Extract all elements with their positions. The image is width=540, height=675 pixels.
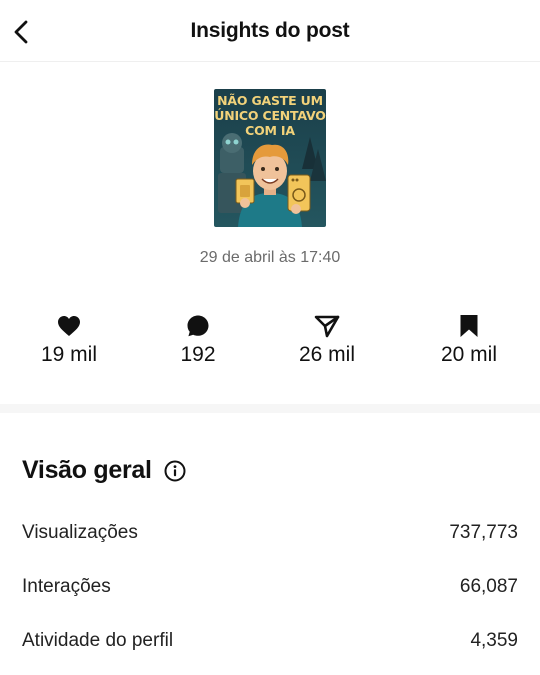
overview-row-interactions[interactable]: Interações 66,087: [22, 576, 518, 598]
comment-icon: [187, 315, 209, 337]
overview-title: Visão geral: [22, 456, 186, 485]
stat-comments[interactable]: 192: [138, 313, 258, 367]
saves-count: 20 mil: [440, 343, 498, 366]
comments-count: 192: [180, 343, 216, 366]
row-label: Interações: [22, 576, 111, 597]
stat-shares[interactable]: 26 mil: [267, 313, 387, 367]
section-divider: [0, 404, 540, 413]
overview-row-views[interactable]: Visualizações 737,773: [22, 522, 518, 544]
post-date: 29 de abril às 17:40: [199, 249, 341, 266]
shares-count: 26 mil: [298, 343, 356, 366]
overview-row-profile-activity[interactable]: Atividade do perfil 4,359: [22, 630, 518, 652]
row-label: Visualizações: [22, 522, 138, 543]
heart-icon: [58, 316, 80, 336]
share-icon: [314, 315, 340, 338]
page-title: Insights do post: [190, 19, 350, 42]
row-label: Atividade do perfil: [22, 630, 174, 651]
row-value: 66,087: [459, 576, 518, 597]
stat-saves[interactable]: 20 mil: [409, 313, 529, 367]
row-value: 737,773: [449, 522, 518, 543]
top-bar: Insights do post: [0, 0, 540, 62]
info-icon[interactable]: [164, 460, 186, 482]
stat-likes[interactable]: 19 mil: [9, 313, 129, 367]
bookmark-icon: [460, 315, 478, 337]
post-thumbnail[interactable]: NÃO GASTE UM ÚNICO CENTAVO COM IA: [214, 89, 326, 227]
likes-count: 19 mil: [40, 343, 98, 366]
thumbnail-caption: NÃO GASTE UM ÚNICO CENTAVO COM IA: [214, 93, 326, 138]
row-value: 4,359: [470, 630, 518, 651]
